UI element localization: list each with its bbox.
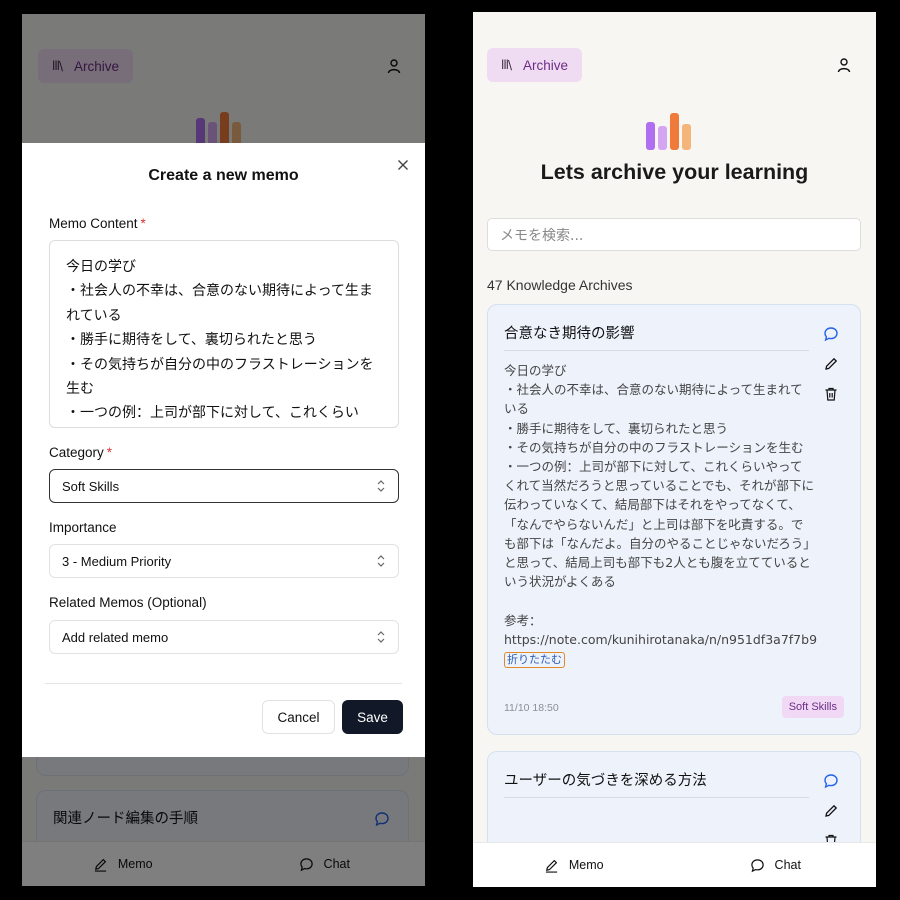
category-select[interactable]: Soft Skills [49, 469, 399, 503]
memo-card-title: ユーザーの気づきを深める方法 [504, 773, 707, 789]
related-memos-label: Related Memos (Optional) [49, 595, 207, 610]
search-input[interactable]: メモを検索... [487, 218, 861, 251]
bottom-nav: Memo Chat [473, 842, 876, 887]
required-mark: * [106, 445, 113, 460]
dialog-title: Create a new memo [148, 167, 299, 184]
collapse-button[interactable]: 折りたたむ [504, 652, 565, 669]
close-icon[interactable] [395, 157, 411, 173]
archive-count: 47 Knowledge Archives [487, 277, 633, 293]
category-label-text: Category [49, 445, 104, 460]
importance-select-value: 3 - Medium Priority [62, 553, 172, 569]
memo-card-date: 11/10 18:50 [504, 702, 559, 714]
memo-content-label-text: Memo Content [49, 216, 138, 231]
create-memo-dialog: Create a new memo Memo Content * 今日の学び ・社… [22, 143, 425, 757]
chevron-up-down-icon [377, 631, 385, 643]
nav-memo-label: Memo [568, 858, 604, 872]
memo-card-title: 合意なき期待の影響 [504, 326, 635, 342]
nav-chat[interactable]: Chat [675, 843, 877, 887]
library-icon: lll\ [501, 58, 512, 72]
chevron-up-down-icon [377, 480, 385, 492]
memo-content-label: Memo Content * [49, 216, 146, 231]
chat-bubble-icon[interactable] [823, 773, 839, 789]
trash-icon[interactable] [823, 386, 839, 402]
card-divider [504, 797, 809, 798]
card-divider [504, 350, 809, 351]
pencil-icon[interactable] [823, 356, 839, 372]
related-memo-select-value: Add related memo [62, 629, 169, 645]
pencil-icon [545, 859, 558, 873]
memo-card-body: 今日の学び ・社会人の不幸は、合意のない期待によって生まれている ・勝手に期待を… [504, 361, 818, 669]
nav-memo[interactable]: Memo [473, 843, 675, 887]
importance-label: Importance [49, 520, 117, 535]
cancel-button[interactable]: Cancel [262, 700, 335, 734]
category-select-value: Soft Skills [62, 478, 120, 494]
chat-bubble-icon [750, 858, 764, 872]
importance-select[interactable]: 3 - Medium Priority [49, 544, 399, 578]
right-phone-screen: lll\ Archive Lets archive your learning … [473, 12, 876, 887]
pencil-icon[interactable] [823, 803, 839, 819]
nav-chat-label: Chat [774, 858, 801, 872]
category-label: Category * [49, 445, 112, 460]
chat-bubble-icon[interactable] [823, 326, 839, 342]
memo-card[interactable]: 合意なき期待の影響 今日の学び ・社会人の不幸は、合意のない期待によって生まれて… [487, 304, 861, 735]
chevron-up-down-icon [377, 555, 385, 567]
related-memo-select[interactable]: Add related memo [49, 620, 399, 654]
dialog-divider [45, 683, 402, 684]
memo-content-textarea[interactable]: 今日の学び ・社会人の不幸は、合意のない期待によって生まれている ・勝手に期待を… [49, 240, 399, 428]
save-button[interactable]: Save [342, 700, 403, 734]
memo-card-text: 今日の学び ・社会人の不幸は、合意のない期待によって生まれている ・勝手に期待を… [504, 363, 818, 647]
user-icon[interactable] [836, 57, 852, 73]
category-tag: Soft Skills [781, 696, 844, 718]
brand-logo [646, 113, 691, 150]
archive-label: Archive [523, 57, 569, 73]
required-mark: * [140, 216, 146, 231]
archive-button[interactable]: lll\ Archive [487, 48, 583, 82]
page-heading: Lets archive your learning [540, 160, 809, 184]
